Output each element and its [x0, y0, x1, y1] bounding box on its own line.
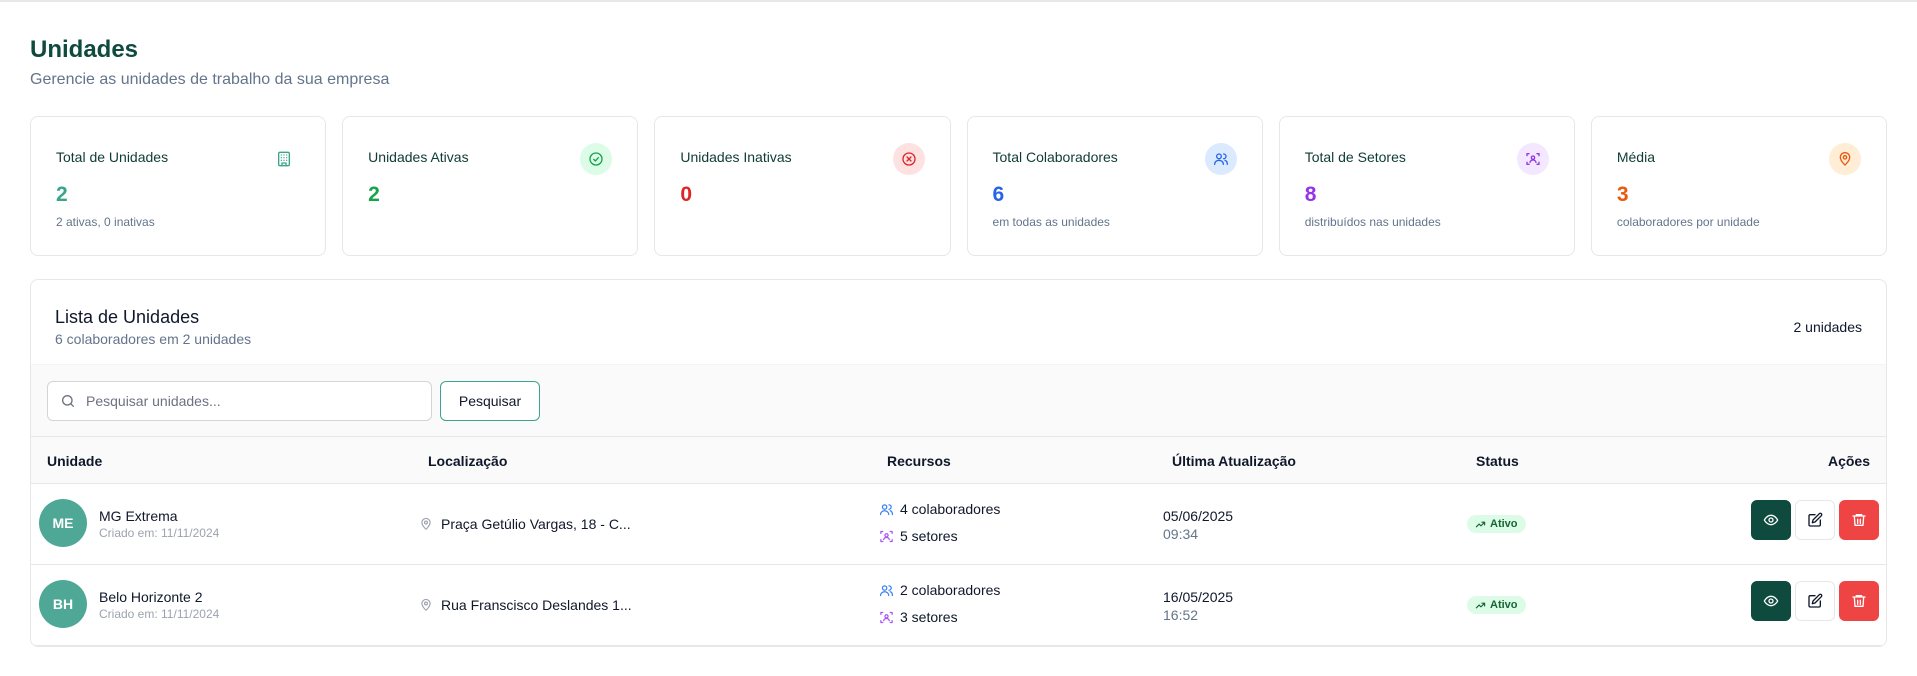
- sectors-icon: [1516, 143, 1549, 175]
- top-divider: [0, 0, 1917, 2]
- status-badge: Ativo: [1467, 596, 1526, 614]
- unit-location: Praça Getúlio Vargas, 18 - C...: [419, 516, 631, 532]
- edit-icon: [1808, 593, 1823, 608]
- stat-value: 6: [992, 183, 1005, 206]
- map-pin-icon: [421, 598, 431, 611]
- avatar: ME: [39, 499, 87, 547]
- resource-collaborators: 4 colaboradores: [879, 501, 1000, 517]
- stat-note: em todas as unidades: [992, 215, 1110, 229]
- unit-location: Rua Franscisco Deslandes 1...: [419, 597, 632, 613]
- edit-button[interactable]: [1795, 500, 1835, 540]
- stat-label: Unidades Inativas: [680, 149, 792, 165]
- location-text: Praça Getúlio Vargas, 18 - C...: [441, 516, 631, 532]
- last-update-date: 16/05/2025: [1163, 589, 1234, 605]
- trending-up-icon: [1475, 602, 1486, 608]
- status-text: Ativo: [1490, 518, 1518, 530]
- stat-card-active-units: Unidades Ativas 2: [342, 116, 639, 256]
- column-header-resources: Recursos: [887, 453, 951, 469]
- stat-card-inactive-units: Unidades Inativas 0: [654, 116, 951, 256]
- trash-icon: [1852, 595, 1866, 607]
- column-header-unit: Unidade: [47, 453, 103, 469]
- delete-button[interactable]: [1839, 500, 1879, 540]
- search-input[interactable]: [86, 393, 406, 409]
- edit-button[interactable]: [1795, 581, 1835, 621]
- trending-up-icon: [1475, 521, 1486, 527]
- table-row: BH Belo Horizonte 2 Criado em: 11/11/202…: [31, 565, 1886, 646]
- unit-name: Belo Horizonte 2: [99, 589, 203, 605]
- search-bar: Pesquisar: [31, 364, 1886, 436]
- eye-icon: [1763, 595, 1779, 607]
- page-title: Unidades: [30, 36, 139, 63]
- units-count: 2 unidades: [1793, 319, 1862, 335]
- sectors-icon: [880, 611, 893, 623]
- resource-sectors: 3 setores: [879, 609, 958, 625]
- unit-name: MG Extrema: [99, 508, 178, 524]
- stat-card-total-collaborators: Total Colaboradores 6 em todas as unidad…: [966, 116, 1263, 256]
- delete-button[interactable]: [1839, 581, 1879, 621]
- unit-created-date: Criado em: 11/11/2024: [99, 607, 220, 621]
- column-header-actions: Ações: [1827, 453, 1870, 469]
- stat-note: 2 ativas, 0 inativas: [56, 215, 155, 229]
- map-pin-icon: [421, 517, 431, 530]
- location-text: Rua Franscisco Deslandes 1...: [441, 597, 632, 613]
- last-update-date: 05/06/2025: [1163, 508, 1234, 524]
- column-header-last-update: Última Atualização: [1172, 453, 1296, 469]
- stat-note: colaboradores por unidade: [1616, 215, 1760, 229]
- map-pin-icon: [1829, 143, 1862, 175]
- last-update-time: 16:52: [1163, 607, 1199, 623]
- stat-value: 8: [1304, 183, 1317, 206]
- users-icon: [1204, 143, 1237, 175]
- stats-cards: Total de Unidades 2 2 ativas, 0 inativas…: [30, 116, 1888, 256]
- search-box[interactable]: [47, 381, 432, 421]
- view-button[interactable]: [1751, 500, 1791, 540]
- search-icon: [61, 395, 74, 407]
- stat-card-average: Média 3 colaboradores por unidade: [1590, 116, 1888, 256]
- unit-created-date: Criado em: 11/11/2024: [99, 526, 220, 540]
- building-icon: [268, 143, 300, 175]
- column-header-status: Status: [1476, 453, 1519, 469]
- search-button[interactable]: Pesquisar: [440, 381, 540, 421]
- list-subtitle: 6 colaboradores em 2 unidades: [55, 331, 252, 347]
- stat-label: Total Colaboradores: [992, 149, 1118, 165]
- sectors-count: 3 setores: [900, 609, 958, 625]
- units-list-panel: Lista de Unidades 6 colaboradores em 2 u…: [30, 279, 1887, 647]
- stat-card-total-sectors: Total de Setores 8 distribuídos nas unid…: [1278, 116, 1575, 256]
- avatar: BH: [39, 580, 87, 628]
- resource-sectors: 5 setores: [879, 528, 958, 544]
- collaborators-count: 4 colaboradores: [900, 501, 1001, 517]
- table-row: ME MG Extrema Criado em: 11/11/2024 Praç…: [31, 484, 1886, 565]
- collaborators-count: 2 colaboradores: [900, 582, 1001, 598]
- resource-collaborators: 2 colaboradores: [879, 582, 1000, 598]
- users-icon: [879, 503, 894, 515]
- status-text: Ativo: [1490, 599, 1518, 611]
- sectors-count: 5 setores: [900, 528, 958, 544]
- status-badge: Ativo: [1467, 515, 1526, 533]
- stat-value: 2: [368, 183, 380, 206]
- column-header-location: Localização: [428, 453, 508, 469]
- check-circle-icon: [580, 143, 613, 175]
- last-update-time: 09:34: [1163, 526, 1199, 542]
- list-title: Lista de Unidades: [55, 307, 200, 327]
- page-subtitle: Gerencie as unidades de trabalho da sua …: [30, 71, 390, 88]
- edit-icon: [1808, 512, 1823, 527]
- stat-note: distribuídos nas unidades: [1304, 215, 1441, 229]
- trash-icon: [1852, 514, 1866, 526]
- sectors-icon: [880, 530, 893, 542]
- stat-value: 3: [1616, 183, 1629, 206]
- users-icon: [879, 584, 894, 596]
- stat-label: Total de Unidades: [56, 149, 169, 165]
- eye-icon: [1763, 514, 1779, 526]
- x-circle-icon: [892, 143, 925, 175]
- table-header: Unidade Localização Recursos Última Atua…: [31, 436, 1886, 484]
- view-button[interactable]: [1751, 581, 1791, 621]
- stat-value: 2: [56, 183, 68, 206]
- stat-value: 0: [680, 183, 693, 206]
- stat-label: Unidades Ativas: [368, 149, 469, 165]
- stat-label: Média: [1616, 149, 1655, 165]
- stat-card-total-units: Total de Unidades 2 2 ativas, 0 inativas: [30, 116, 327, 256]
- stat-label: Total de Setores: [1304, 149, 1406, 165]
